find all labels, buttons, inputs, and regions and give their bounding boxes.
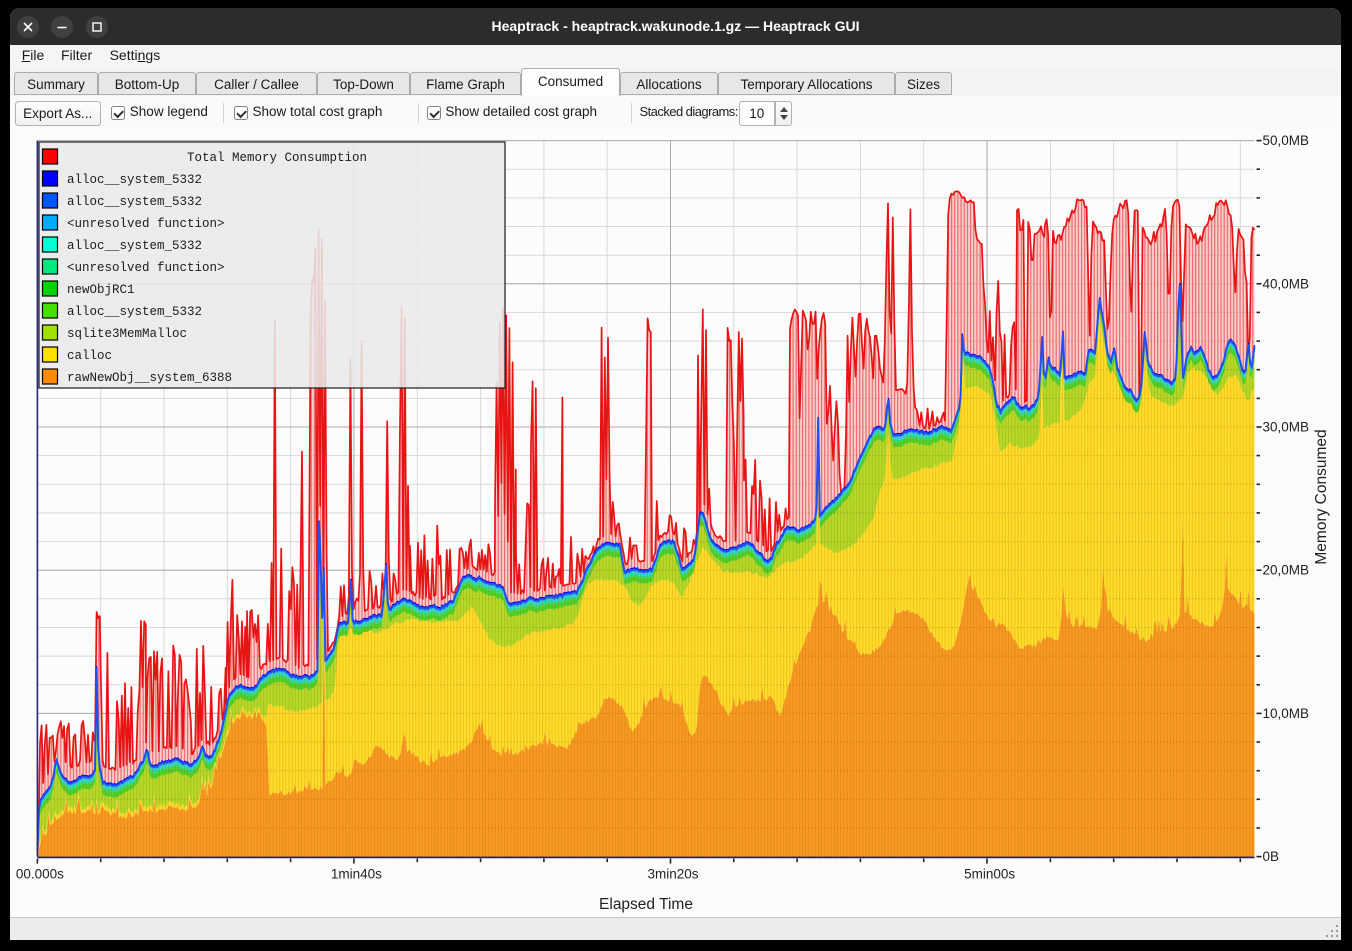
svg-text:calloc: calloc (67, 349, 112, 363)
svg-text:1min40s: 1min40s (331, 867, 382, 882)
svg-text:0B: 0B (1263, 849, 1280, 864)
svg-text:rawNewObj__system_6388: rawNewObj__system_6388 (67, 371, 232, 385)
svg-text:alloc__system_5332: alloc__system_5332 (67, 239, 202, 253)
svg-text:50,0MB: 50,0MB (1263, 133, 1310, 148)
svg-text:30,0MB: 30,0MB (1263, 420, 1310, 435)
svg-text:40,0MB: 40,0MB (1263, 276, 1310, 291)
svg-text:Memory Consumed: Memory Consumed (1313, 429, 1330, 564)
svg-text:alloc__system_5332: alloc__system_5332 (67, 195, 202, 209)
svg-text:00.000s: 00.000s (16, 867, 64, 882)
svg-text:Total Memory Consumption: Total Memory Consumption (187, 151, 367, 165)
svg-text:alloc__system_5332: alloc__system_5332 (67, 305, 202, 319)
svg-text:<unresolved function>: <unresolved function> (67, 261, 225, 275)
svg-text:alloc__system_5332: alloc__system_5332 (67, 173, 202, 187)
svg-text:5min00s: 5min00s (964, 867, 1015, 882)
svg-text:newObjRC1: newObjRC1 (67, 283, 135, 297)
svg-text:<unresolved function>: <unresolved function> (67, 217, 225, 231)
svg-text:20,0MB: 20,0MB (1263, 563, 1310, 578)
svg-text:sqlite3MemMalloc: sqlite3MemMalloc (67, 327, 187, 341)
svg-text:3min20s: 3min20s (647, 867, 698, 882)
svg-text:10,0MB: 10,0MB (1263, 706, 1310, 721)
svg-text:Elapsed Time: Elapsed Time (599, 896, 693, 913)
